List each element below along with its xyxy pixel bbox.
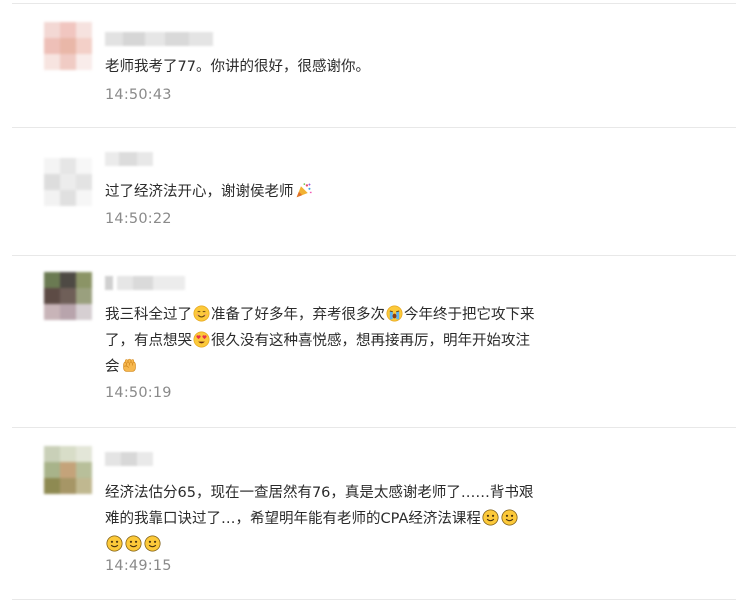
comment-timestamp: 14:49:15 xyxy=(105,558,172,574)
comment-text: 经济法估分65，现在一查居然有76，真是太感谢老师了……背书艰难的我靠口诀过了…… xyxy=(105,480,535,558)
username-redacted xyxy=(105,452,153,466)
avatar[interactable] xyxy=(44,22,92,70)
comment-text-segment: 过了经济法开心，谢谢侯老师 xyxy=(105,184,294,200)
avatar[interactable] xyxy=(44,272,92,320)
comment-item: 老师我考了77。你讲的很好，很感谢你。 14:50:43 xyxy=(0,0,740,128)
username-redacted xyxy=(105,152,153,166)
comment-text-segment: 准备了好多年，弃考很多次 xyxy=(211,307,385,323)
comment-text-segment: 我三科全过了 xyxy=(105,307,192,323)
heart-eyes-face-icon xyxy=(193,331,210,348)
comment-text: 我三科全过了 准备了好多年，弃考很多次 今年终于把它攻下来了，有点想哭 很久没有这种喜… xyxy=(105,302,535,380)
comment-text-segment: 经济法估分65，现在一查居然有76，真是太感谢老师了……背书艰难的我靠口诀过了…… xyxy=(105,485,534,527)
slight-smile-icon xyxy=(125,535,142,552)
avatar[interactable] xyxy=(44,446,92,494)
comment-item: 过了经济法开心，谢谢侯老师 14:50:22 xyxy=(0,128,740,255)
fist-icon xyxy=(121,357,138,374)
slight-smile-icon xyxy=(482,509,499,526)
slight-smile-icon xyxy=(501,509,518,526)
comment-item: 我三科全过了 准备了好多年，弃考很多次 今年终于把它攻下来了，有点想哭 很久没有这种喜… xyxy=(0,256,740,427)
username-redacted xyxy=(105,276,185,290)
slight-smile-icon xyxy=(144,535,161,552)
comment-timestamp: 14:50:19 xyxy=(105,385,172,401)
username-redacted xyxy=(105,32,213,46)
divider xyxy=(12,599,736,600)
comment-timestamp: 14:50:22 xyxy=(105,211,172,227)
comment-timestamp: 14:50:43 xyxy=(105,87,172,103)
comment-text-segment: 老师我考了77。你讲的很好，很感谢你。 xyxy=(105,59,370,75)
avatar[interactable] xyxy=(44,158,92,206)
comment-item: 经济法估分65，现在一查居然有76，真是太感谢老师了……背书艰难的我靠口诀过了…… xyxy=(0,428,740,602)
party-popper-icon xyxy=(295,182,312,199)
comment-text: 过了经济法开心，谢谢侯老师 xyxy=(105,179,535,205)
comment-feed: 老师我考了77。你讲的很好，很感谢你。 14:50:43 过了经济法开心，谢谢侯… xyxy=(0,0,740,602)
smiling-face-icon xyxy=(193,305,210,322)
crying-face-icon xyxy=(386,305,403,322)
comment-text: 老师我考了77。你讲的很好，很感谢你。 xyxy=(105,54,535,80)
slight-smile-icon xyxy=(106,535,123,552)
